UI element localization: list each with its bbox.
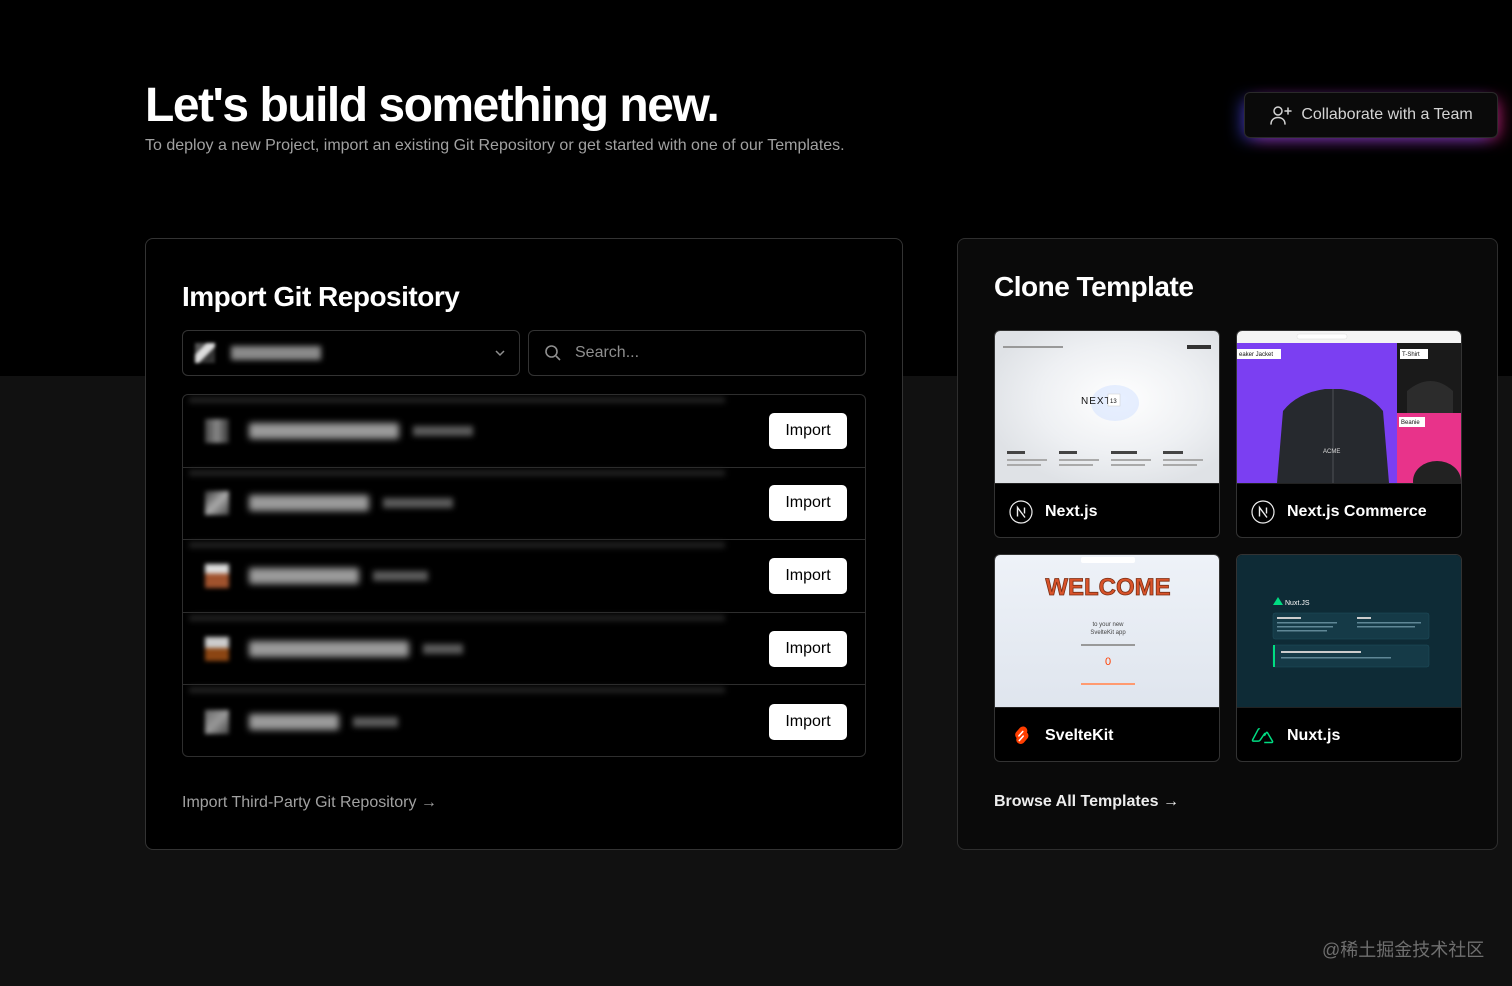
import-button[interactable]: Import <box>769 703 847 740</box>
repo-owner-icon <box>205 709 229 734</box>
svg-text:eaker Jacket: eaker Jacket <box>1239 352 1273 358</box>
repo-row: Import <box>183 468 865 541</box>
search-input[interactable] <box>575 344 835 362</box>
template-footer: Next.js Commerce <box>1237 483 1461 537</box>
svg-text:ACME: ACME <box>1323 449 1340 455</box>
page-subtitle: To deploy a new Project, import an exist… <box>145 137 845 154</box>
import-button[interactable]: Import <box>769 485 847 522</box>
repo-name-redacted <box>249 713 339 730</box>
template-footer: SvelteKit <box>995 707 1219 761</box>
nextjs-template-preview: NEXT. 13 <box>995 331 1219 483</box>
page-title: Let's build something new. <box>145 79 720 132</box>
repo-name-redacted <box>249 495 369 512</box>
template-footer: Nuxt.js <box>1237 707 1461 761</box>
import-third-party-link[interactable]: Import Third-Party Git Repository → <box>182 794 437 812</box>
template-name: SvelteKit <box>1045 726 1114 744</box>
svg-text:0: 0 <box>1105 656 1111 668</box>
scope-name-redacted <box>231 346 321 360</box>
svg-text:Nuxt.JS: Nuxt.JS <box>1285 600 1310 607</box>
chevron-down-icon <box>495 350 505 357</box>
repo-row: Import <box>183 540 865 613</box>
repo-meta-redacted <box>353 716 398 727</box>
import-button[interactable]: Import <box>769 557 847 594</box>
sveltekit-template-preview: WELCOME to your new SvelteKit app 0 <box>995 555 1219 707</box>
import-button[interactable]: Import <box>769 412 847 449</box>
nuxt-icon <box>1251 727 1274 743</box>
repo-row: Import <box>183 395 865 468</box>
template-card-nuxtjs[interactable]: Nuxt.JS Nuxt.js <box>1236 554 1462 762</box>
svg-text:T-Shirt: T-Shirt <box>1402 352 1420 358</box>
import-button[interactable]: Import <box>769 630 847 667</box>
redacted-noise <box>189 542 725 549</box>
import-card-title: Import Git Repository <box>182 281 460 312</box>
repo-name-redacted <box>249 640 409 657</box>
template-name: Nuxt.js <box>1287 726 1341 744</box>
repo-owner-icon <box>205 563 229 588</box>
repo-meta-redacted <box>413 425 473 436</box>
repo-name-redacted <box>249 422 399 439</box>
svg-text:to your new: to your new <box>1092 622 1124 628</box>
template-card-nextjs-commerce[interactable]: ACME eaker Jacket T-Shirt Beanie Next.js… <box>1236 330 1462 538</box>
repo-meta-redacted <box>423 643 463 654</box>
svg-text:13: 13 <box>1110 399 1117 405</box>
nextjs-icon <box>1251 499 1275 524</box>
repo-owner-icon <box>205 636 229 661</box>
svg-text:Beanie: Beanie <box>1401 420 1420 426</box>
repo-meta-redacted <box>383 498 453 509</box>
search-icon <box>545 345 561 361</box>
svelte-icon <box>1015 725 1029 744</box>
redacted-noise <box>189 614 725 621</box>
repo-row: Import <box>183 613 865 686</box>
repo-owner-icon <box>205 418 229 443</box>
redacted-noise <box>189 687 725 694</box>
template-name: Next.js Commerce <box>1287 502 1427 520</box>
repo-owner-icon <box>205 491 229 516</box>
repo-row: Import <box>183 685 865 756</box>
redacted-noise <box>189 397 725 403</box>
user-plus-icon <box>1270 106 1293 125</box>
repo-name-redacted <box>249 567 359 584</box>
import-git-repository-card: Import Git Repository Import Import <box>145 238 903 850</box>
git-scope-select[interactable] <box>182 330 520 376</box>
collaborate-team-label: Collaborate with a Team <box>1301 106 1473 123</box>
svg-text:SvelteKit app: SvelteKit app <box>1090 630 1126 636</box>
repo-search-box[interactable] <box>528 330 866 376</box>
redacted-noise <box>189 469 725 476</box>
template-footer: Next.js <box>995 483 1219 537</box>
template-name: Next.js <box>1045 502 1098 520</box>
collaborate-team-button[interactable]: Collaborate with a Team <box>1244 92 1498 138</box>
template-card-nextjs[interactable]: NEXT. 13 Next.js <box>994 330 1220 538</box>
scope-avatar <box>195 343 215 363</box>
clone-template-card: Clone Template NEXT. 13 Next.js ACME eak… <box>957 238 1498 850</box>
nuxtjs-template-preview: Nuxt.JS <box>1237 555 1461 707</box>
repo-list: Import Import Import Import Import <box>182 394 866 757</box>
browse-all-templates-link[interactable]: Browse All Templates → <box>994 793 1179 811</box>
clone-card-title: Clone Template <box>994 271 1194 302</box>
watermark: @稀土掘金技术社区 <box>1322 940 1485 960</box>
nextjs-icon <box>1009 499 1033 524</box>
repo-meta-redacted <box>373 570 428 581</box>
template-card-sveltekit[interactable]: WELCOME to your new SvelteKit app 0 Svel… <box>994 554 1220 762</box>
svg-text:WELCOME: WELCOME <box>1045 574 1170 601</box>
commerce-template-preview: ACME eaker Jacket T-Shirt Beanie <box>1237 331 1461 483</box>
